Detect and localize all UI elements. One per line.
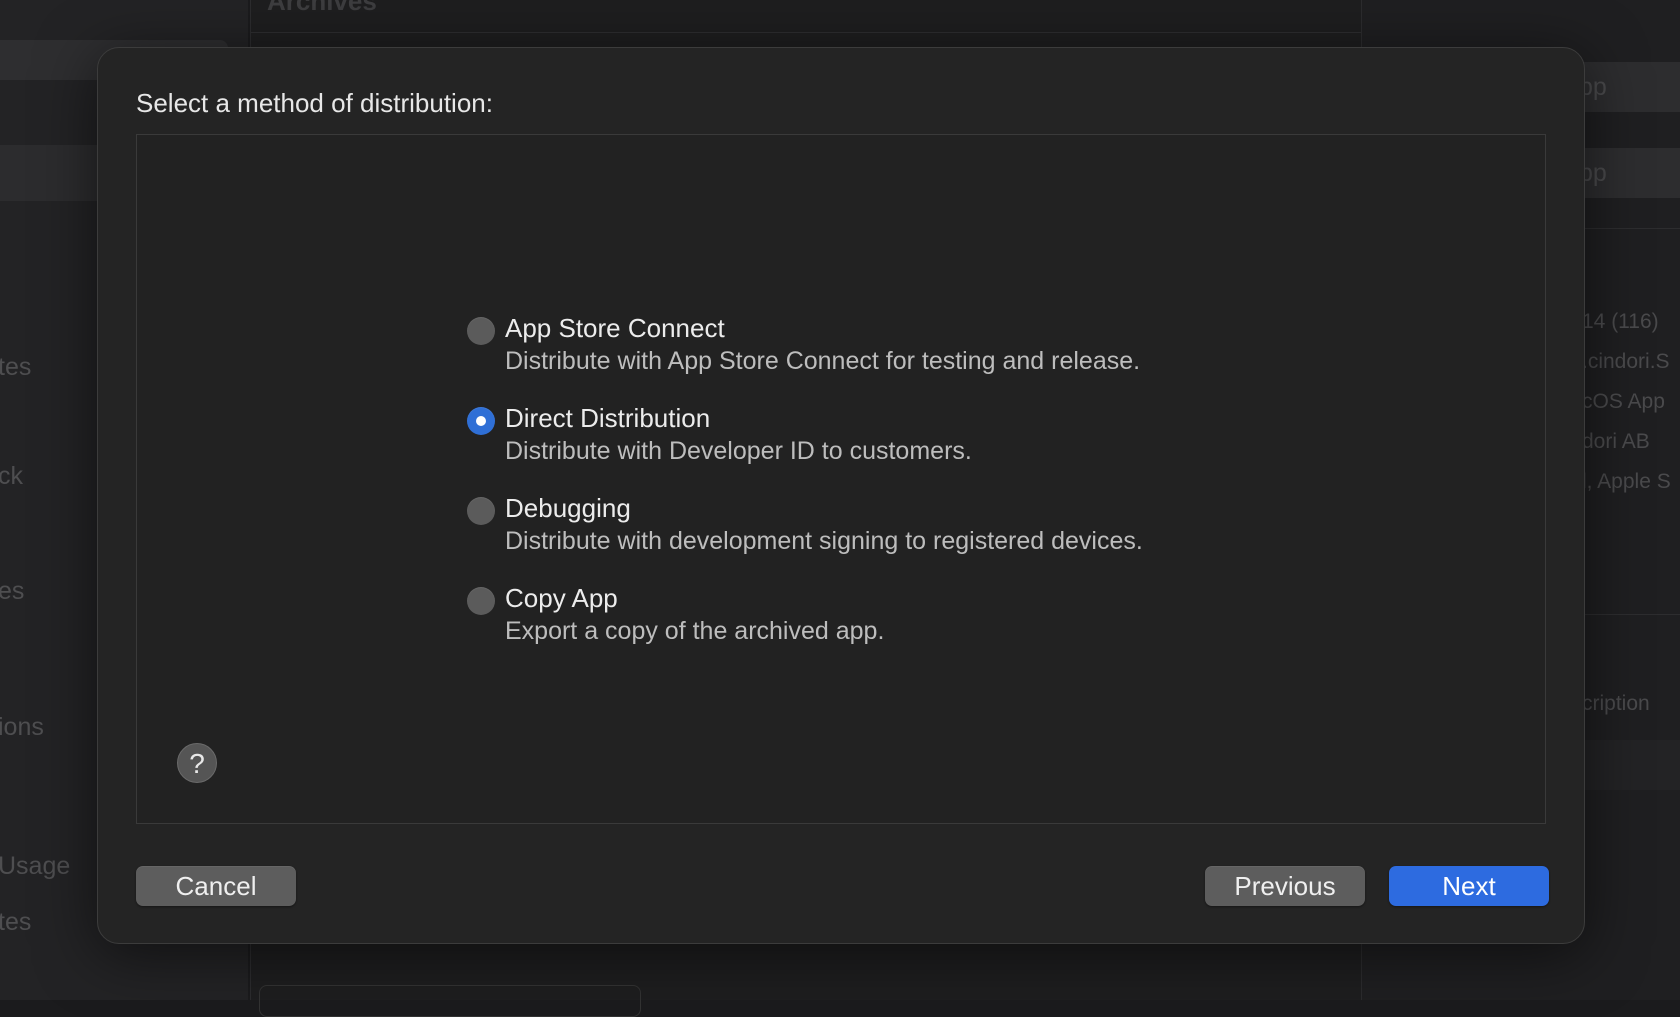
filter-field[interactable] — [259, 985, 641, 1017]
divider — [1582, 614, 1680, 615]
distribution-dialog: Select a method of distribution: App Sto… — [97, 47, 1585, 944]
distribution-options-panel: App Store Connect Distribute with App St… — [136, 134, 1546, 824]
option-description: Export a copy of the archived app. — [505, 617, 885, 645]
option-description: Distribute with Developer ID to customer… — [505, 437, 972, 465]
archives-title: Archives — [267, 0, 377, 16]
help-button[interactable]: ? — [177, 743, 217, 783]
radio-direct-distribution[interactable] — [467, 407, 495, 435]
sidebar-item-fragment: ions — [0, 713, 44, 741]
option-label: App Store Connect — [505, 313, 725, 343]
description-field[interactable] — [1582, 740, 1680, 790]
inspector-label: cription — [1582, 692, 1650, 715]
option-description: Distribute with App Store Connect for te… — [505, 347, 1141, 375]
sidebar-item-fragment: tes — [0, 353, 32, 381]
divider — [1582, 228, 1680, 229]
option-description: Distribute with development signing to r… — [505, 527, 1143, 555]
sidebar-item-fragment: ck — [0, 462, 23, 490]
inspector-value: dori AB — [1582, 430, 1650, 453]
option-label: Direct Distribution — [505, 403, 711, 433]
option-label: Debugging — [505, 493, 631, 523]
inspector-value: 14 (116) — [1582, 310, 1659, 333]
next-button[interactable]: Next — [1389, 866, 1549, 906]
sidebar-item-fragment: Usage — [0, 852, 71, 880]
radio-debugging[interactable] — [467, 497, 495, 525]
option-label: Copy App — [505, 583, 618, 613]
sidebar-item-fragment: tes — [0, 908, 32, 936]
inspector-value: cOS App — [1582, 390, 1665, 413]
previous-button[interactable]: Previous — [1205, 866, 1365, 906]
dialog-title: Select a method of distribution: — [136, 88, 493, 118]
radio-app-store-connect[interactable] — [467, 317, 495, 345]
radio-copy-app[interactable] — [467, 587, 495, 615]
cancel-button[interactable]: Cancel — [136, 866, 296, 906]
divider — [251, 32, 1361, 33]
sidebar-item-fragment: es — [0, 577, 25, 605]
inspector-value: .cindori.S — [1582, 350, 1670, 373]
inspector-value: l, Apple S — [1582, 470, 1671, 493]
